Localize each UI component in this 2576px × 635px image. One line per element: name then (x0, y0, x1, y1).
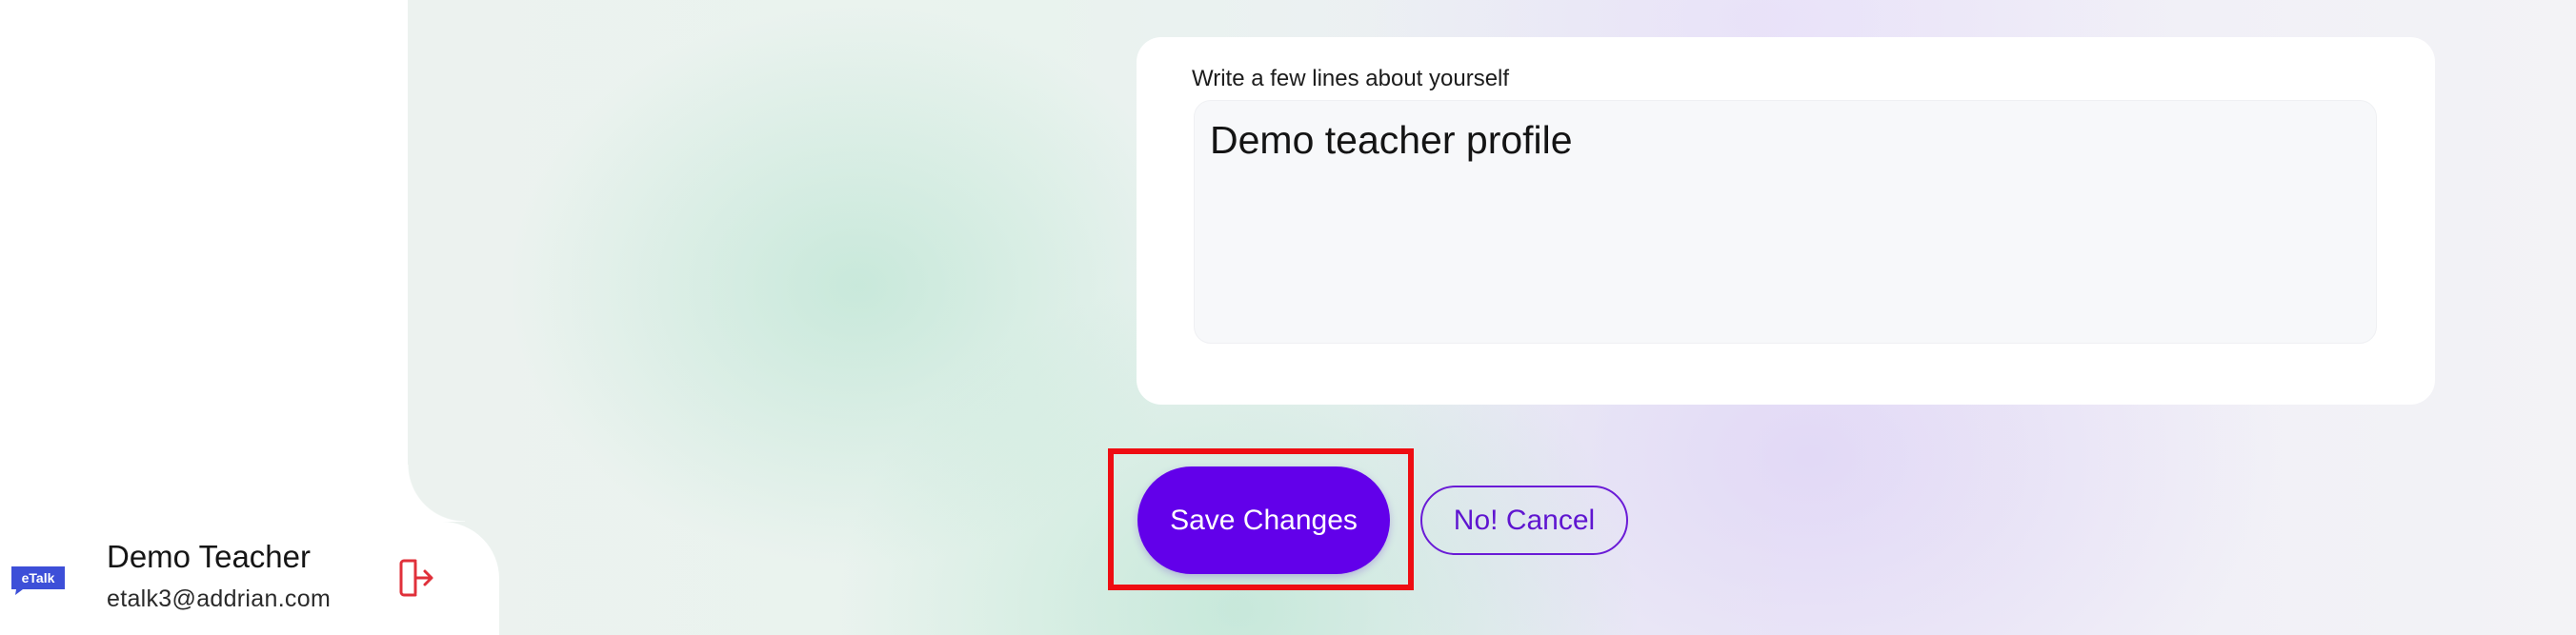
bio-textarea[interactable]: Demo teacher profile (1194, 100, 2377, 344)
etalk-logo: eTalk (11, 566, 65, 595)
bio-label: Write a few lines about yourself (1192, 66, 1510, 91)
save-button[interactable]: Save Changes (1137, 466, 1390, 574)
sidebar-corner (408, 465, 465, 522)
cancel-button[interactable]: No! Cancel (1420, 486, 1628, 555)
about-card: Write a few lines about yourself Demo te… (1137, 37, 2435, 405)
logo-text: eTalk (22, 570, 55, 585)
user-email: etalk3@addrian.com (107, 585, 332, 612)
app-window: eTalk Demo Teacher etalk3@addrian.com Wr… (0, 0, 2576, 635)
user-name: Demo Teacher (107, 539, 312, 574)
logout-icon[interactable] (396, 557, 434, 599)
sidebar (0, 0, 408, 522)
